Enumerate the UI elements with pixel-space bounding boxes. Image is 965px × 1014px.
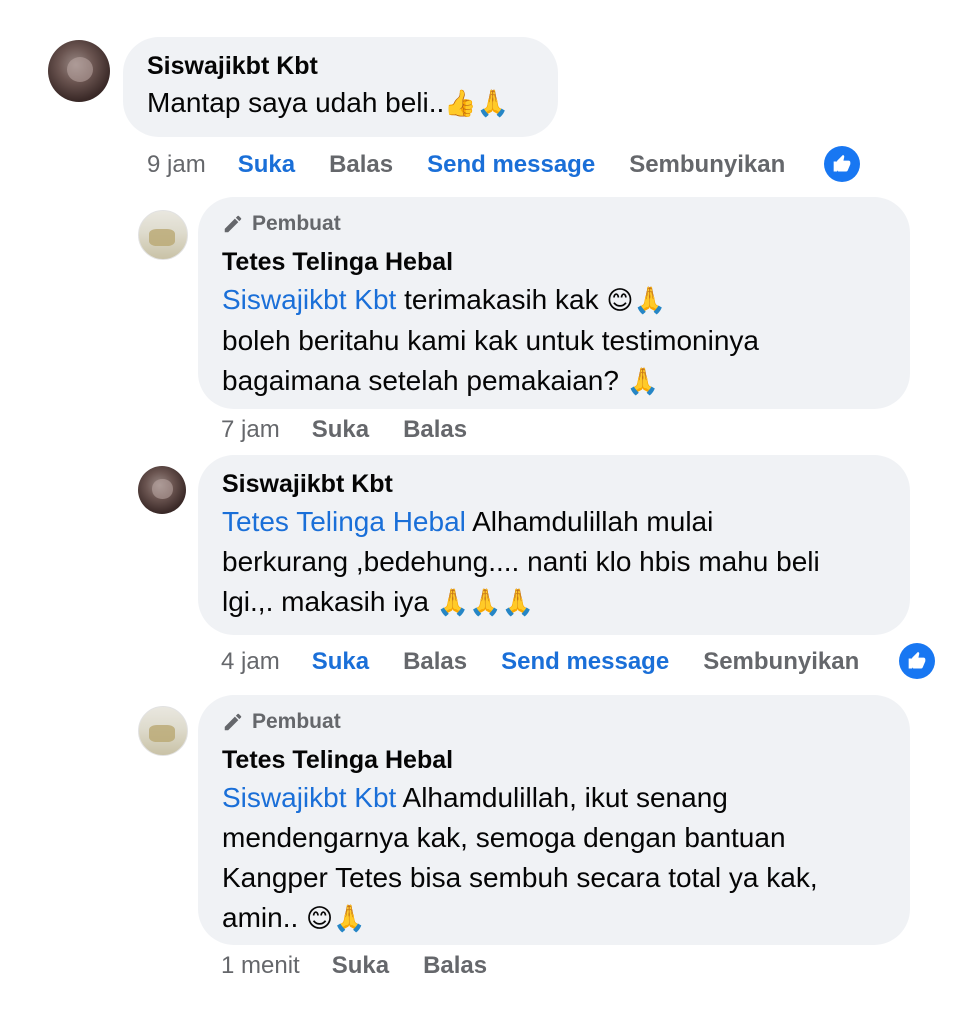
send-message-button[interactable]: Send message: [501, 647, 669, 677]
comment-text: bagaimana setelah pemakaian?: [222, 365, 627, 396]
comment-text-row: Siswajikbt Kbt Alhamdulillah, ikut senan…: [222, 778, 886, 818]
comment-text: Kangper Tetes bisa sembuh secara total y…: [222, 862, 818, 893]
avatar[interactable]: [138, 466, 186, 514]
comment-actions: 9 jam Suka Balas Send message Sembunyika…: [147, 150, 819, 180]
comment-text: Alhamdulillah mulai: [465, 506, 714, 537]
comment-text: Mantap saya udah beli..: [147, 87, 445, 118]
avatar[interactable]: [138, 706, 188, 756]
avatar[interactable]: [48, 40, 110, 102]
timestamp[interactable]: 7 jam: [221, 415, 280, 445]
creator-badge-label: Pembuat: [252, 710, 341, 733]
like-button[interactable]: Suka: [312, 647, 369, 677]
reply-button[interactable]: Balas: [329, 150, 393, 180]
comment-emojis: 😊🙏: [306, 904, 366, 934]
comment-text: terimakasih kak: [396, 284, 607, 315]
creator-badge-label: Pembuat: [252, 212, 341, 235]
hide-button[interactable]: Sembunyikan: [629, 150, 785, 180]
comment-text: mendengarnya kak, semoga dengan bantuan: [222, 822, 786, 853]
mention-link[interactable]: Tetes Telinga Hebal: [222, 506, 466, 537]
comment-actions: 7 jam Suka Balas: [221, 415, 501, 445]
reply-bubble: Pembuat Tetes Telinga Hebal Siswajikbt K…: [198, 695, 910, 945]
like-reaction-icon[interactable]: [824, 146, 860, 182]
pen-icon: [224, 215, 242, 233]
comment-text-row: amin.. 😊🙏: [222, 898, 886, 939]
pen-icon: [224, 713, 242, 731]
comment-emojis: 👍🙏: [444, 89, 510, 119]
comment-text-row: Mantap saya udah beli..👍🙏: [147, 83, 534, 124]
hide-button[interactable]: Sembunyikan: [703, 647, 859, 677]
mention-link[interactable]: Siswajikbt Kbt: [222, 782, 396, 813]
comment-text: amin..: [222, 902, 307, 933]
creator-badge: Pembuat: [222, 709, 886, 735]
comment-text: lgi.,. makasih iya: [222, 586, 437, 617]
reply-bubble: Pembuat Tetes Telinga Hebal Siswajikbt K…: [198, 197, 910, 409]
reply-button[interactable]: Balas: [403, 647, 467, 677]
like-button[interactable]: Suka: [332, 951, 389, 981]
reply-bubble: Siswajikbt Kbt Tetes Telinga Hebal Alham…: [198, 455, 910, 635]
mention-link[interactable]: Siswajikbt Kbt: [222, 284, 396, 315]
timestamp[interactable]: 1 menit: [221, 951, 300, 981]
comment-text-row: Tetes Telinga Hebal Alhamdulillah mulai: [222, 502, 886, 542]
comment-actions: 4 jam Suka Balas Send message Sembunyika…: [221, 647, 893, 677]
creator-badge: Pembuat: [222, 211, 886, 237]
comment-emojis: 🙏: [626, 367, 660, 397]
comment-author[interactable]: Siswajikbt Kbt: [222, 469, 886, 499]
like-button[interactable]: Suka: [238, 150, 295, 180]
timestamp[interactable]: 9 jam: [147, 150, 206, 180]
avatar[interactable]: [138, 210, 188, 260]
comment-author[interactable]: Siswajikbt Kbt: [147, 51, 534, 81]
send-message-button[interactable]: Send message: [427, 150, 595, 180]
reply-button[interactable]: Balas: [423, 951, 487, 981]
comment-text-row: bagaimana setelah pemakaian? 🙏: [222, 361, 886, 402]
comment-author[interactable]: Tetes Telinga Hebal: [222, 745, 886, 775]
comment-bubble: Siswajikbt Kbt Mantap saya udah beli..👍🙏: [123, 37, 558, 137]
comment-emojis: 😊🙏: [606, 286, 666, 316]
comment-author[interactable]: Tetes Telinga Hebal: [222, 247, 886, 277]
reply-button[interactable]: Balas: [403, 415, 467, 445]
comment-actions: 1 menit Suka Balas: [221, 951, 521, 981]
like-button[interactable]: Suka: [312, 415, 369, 445]
comment-text: boleh beritahu kami kak untuk testimonin…: [222, 325, 759, 356]
comment-text: berkurang ,bedehung.... nanti klo hbis m…: [222, 546, 820, 577]
comment-text: Alhamdulillah, ikut senang: [396, 782, 728, 813]
comment-text-row: Siswajikbt Kbt terimakasih kak 😊🙏: [222, 280, 886, 321]
like-reaction-icon[interactable]: [899, 643, 935, 679]
comment-text-row: lgi.,. makasih iya 🙏🙏🙏: [222, 582, 886, 623]
comment-emojis: 🙏🙏🙏: [436, 588, 534, 618]
timestamp[interactable]: 4 jam: [221, 647, 280, 677]
